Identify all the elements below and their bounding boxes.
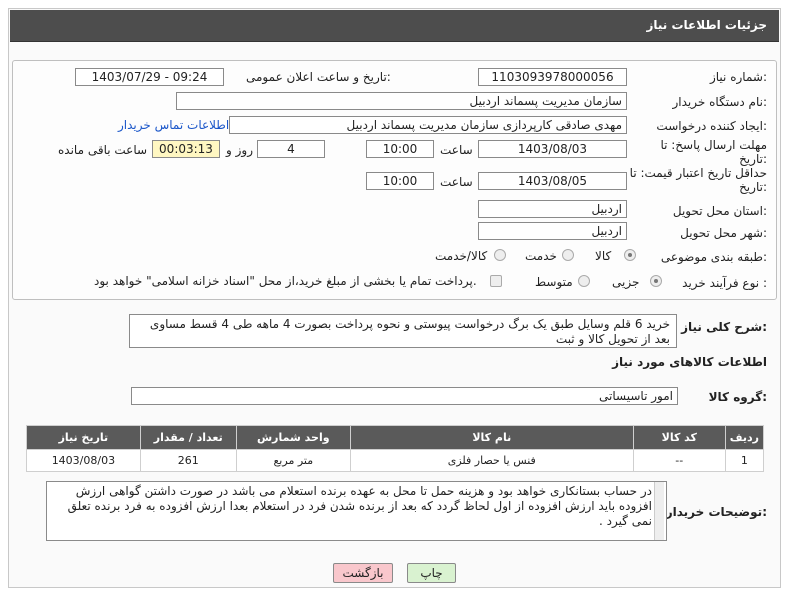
goods-table: ردیف کد کالا نام کالا واحد شمارش تعداد /…	[26, 425, 765, 472]
remaining-time-field: 00:03:13	[152, 140, 220, 158]
validity-time-field: 10:00	[366, 172, 434, 190]
buyer-org-field: سازمان مدیریت پسماند اردبیل	[176, 92, 627, 110]
page-title: جزئیات اطلاعات نیاز	[646, 18, 767, 32]
buyer-contact-link[interactable]: اطلاعات تماس خریدار	[118, 118, 229, 132]
city-label: شهر محل تحویل:	[680, 226, 767, 240]
buyer-notes-label: توضیحات خریدار:	[665, 505, 767, 519]
col-goods-name: نام کالا	[349, 425, 634, 450]
summary-text: خرید 6 قلم وسایل طبق یک برگ درخواست پیوس…	[129, 314, 677, 348]
table-header-row: ردیف کد کالا نام کالا واحد شمارش تعداد /…	[26, 425, 765, 450]
back-button[interactable]: بازگشت	[333, 563, 393, 583]
summary-label: شرح کلی نیاز:	[681, 320, 767, 334]
process-radio-medium[interactable]	[578, 275, 590, 287]
treasury-note: پرداخت تمام یا بخشی از مبلغ خرید،از محل …	[94, 274, 477, 288]
reply-time-label: ساعت	[440, 143, 473, 157]
cell-unit: متر مربع	[235, 449, 351, 472]
col-goods-code: کد کالا	[632, 425, 726, 450]
col-row-number: ردیف	[724, 425, 765, 450]
process-option-medium: متوسط	[535, 275, 573, 289]
process-option-minor: جزیی	[612, 275, 640, 289]
need-number-label: شماره نیاز:	[709, 70, 767, 84]
need-number-field: 1103093978000056	[478, 68, 627, 86]
process-radio-minor[interactable]	[650, 275, 662, 287]
validity-time-label: ساعت	[440, 175, 473, 189]
category-option-service: خدمت	[525, 249, 557, 263]
announce-datetime-label: تاریخ و ساعت اعلان عمومی:	[246, 70, 391, 84]
province-field: اردبیل	[478, 200, 627, 218]
goods-group-label: گروه کالا:	[708, 390, 767, 404]
category-radio-goods[interactable]	[624, 249, 636, 261]
category-label: طبقه بندی موضوعی:	[660, 250, 767, 264]
remaining-time-label: ساعت باقی مانده	[58, 143, 148, 157]
announce-datetime-field: 1403/07/29 - 09:24	[75, 68, 224, 86]
reply-date-field: 1403/08/03	[478, 140, 627, 158]
province-label: استان محل تحویل:	[672, 204, 767, 218]
process-type-label: نوع فرآیند خرید :	[682, 276, 767, 290]
cell-goods-name: فنس یا حصار فلزی	[349, 449, 634, 472]
reply-deadline-label: مهلت ارسال پاسخ: تا تاریخ:	[660, 138, 767, 166]
page-header: جزئیات اطلاعات نیاز	[10, 10, 779, 42]
days-label: روز و	[226, 143, 253, 157]
col-unit: واحد شمارش	[235, 425, 351, 450]
city-field: اردبیل	[478, 222, 627, 240]
buyer-notes-text: در حساب بستانکاری خواهد بود و هزینه حمل …	[46, 481, 667, 541]
cell-row-number: 1	[724, 449, 765, 472]
goods-info-title: اطلاعات کالاهای مورد نیاز	[612, 355, 767, 369]
validity-date-field: 1403/08/05	[478, 172, 627, 190]
goods-group-field: امور تاسیساتی	[131, 387, 678, 405]
cell-need-date: 1403/08/03	[26, 449, 141, 472]
table-row[interactable]: 1 -- فنس یا حصار فلزی متر مربع 261 1403/…	[26, 449, 765, 472]
treasury-checkbox[interactable]	[490, 275, 502, 287]
buyer-notes-scrollbar[interactable]	[654, 482, 664, 540]
category-radio-goods-service[interactable]	[494, 249, 506, 261]
reply-time-field: 10:00	[366, 140, 434, 158]
buyer-org-label: نام دستگاه خریدار:	[672, 95, 768, 109]
print-button[interactable]: چاپ	[407, 563, 456, 583]
buyer-notes-content: در حساب بستانکاری خواهد بود و هزینه حمل …	[67, 484, 652, 528]
creator-label: ایجاد کننده درخواست:	[656, 119, 767, 133]
cell-goods-code: --	[632, 449, 726, 472]
col-need-date: تاریخ نیاز	[26, 425, 141, 450]
category-option-goods-service: کالا/خدمت	[435, 249, 488, 263]
price-validity-label: حداقل تاریخ اعتبار قیمت: تا تاریخ:	[629, 166, 767, 194]
category-option-goods: کالا	[595, 249, 612, 263]
creator-field: مهدی صادقی کارپردازی سازمان مدیریت پسمان…	[229, 116, 627, 134]
cell-quantity: 261	[139, 449, 237, 472]
days-remaining-field: 4	[257, 140, 325, 158]
col-quantity: تعداد / مقدار	[139, 425, 237, 450]
category-radio-service[interactable]	[562, 249, 574, 261]
